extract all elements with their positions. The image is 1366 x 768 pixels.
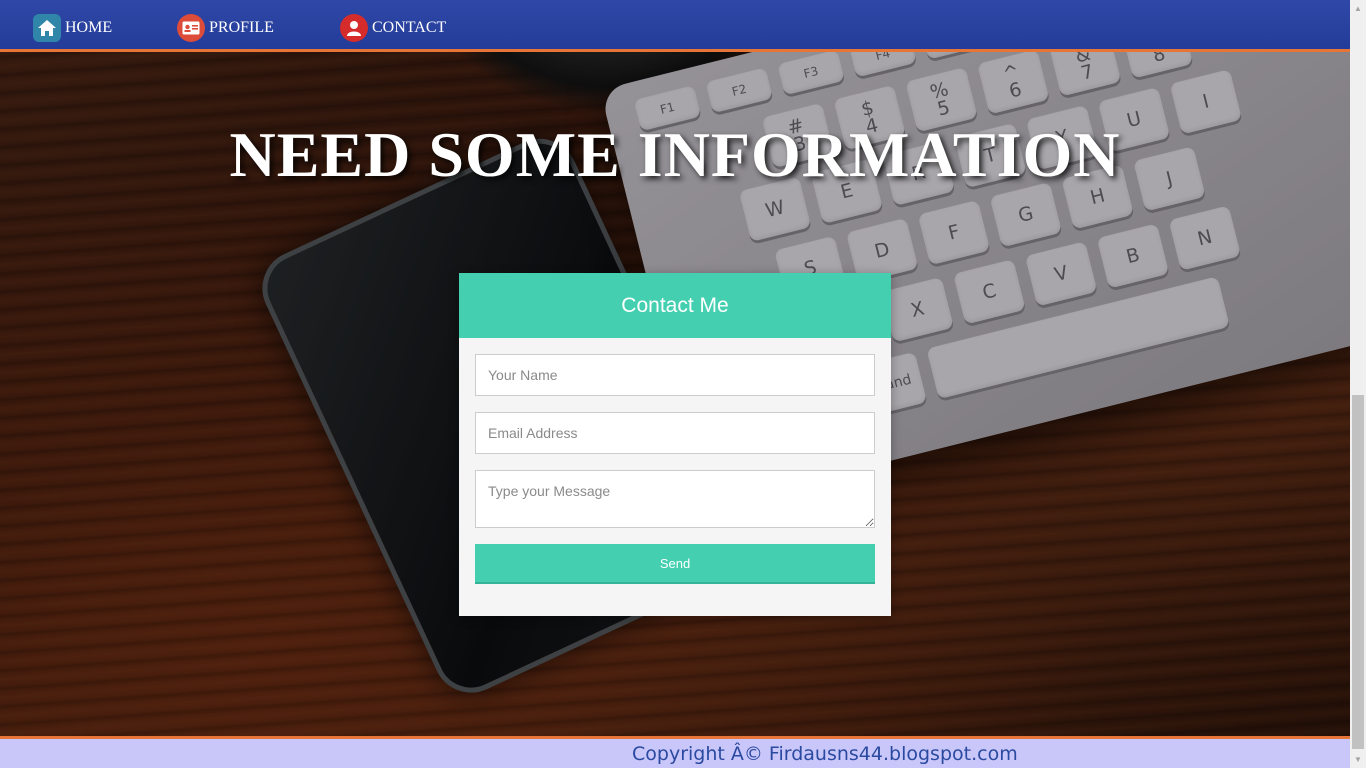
footer: Copyright Â© Firdausns44.blogspot.com [0, 736, 1350, 768]
name-input[interactable] [475, 354, 875, 396]
page: F1 F2 F3 F4 F5 F6 F7 F8 # 3 $ 4 % 5 ^ 6 … [0, 0, 1366, 768]
hero-title: NEED SOME INFORMATION [229, 119, 1121, 190]
send-button[interactable]: Send [475, 544, 875, 584]
contact-form-title: Contact Me [459, 273, 891, 338]
page-scrollbar[interactable]: ▲ ▼ [1350, 0, 1366, 768]
scroll-down-arrow-icon[interactable]: ▼ [1350, 751, 1366, 768]
nav-contact-label: CONTACT [372, 19, 447, 36]
nav-profile-link[interactable]: PROFILE [177, 14, 274, 42]
id-card-icon [177, 14, 205, 42]
email-input[interactable] [475, 412, 875, 454]
home-icon [33, 14, 61, 42]
footer-copyright: Copyright Â© Firdausns44.blogspot.com [632, 743, 1018, 765]
top-navbar: HOME PROFILE CONTACT [0, 0, 1350, 52]
nav-home-label: HOME [65, 19, 113, 36]
scroll-up-arrow-icon[interactable]: ▲ [1350, 0, 1366, 17]
nav-profile-label: PROFILE [209, 19, 274, 36]
nav-home-link[interactable]: HOME [33, 14, 112, 42]
scroll-thumb[interactable] [1352, 395, 1364, 749]
nav-contact-link[interactable]: CONTACT [340, 14, 446, 42]
contact-form: Contact Me Send [459, 273, 891, 616]
user-icon [340, 14, 368, 42]
message-textarea[interactable] [475, 470, 875, 528]
